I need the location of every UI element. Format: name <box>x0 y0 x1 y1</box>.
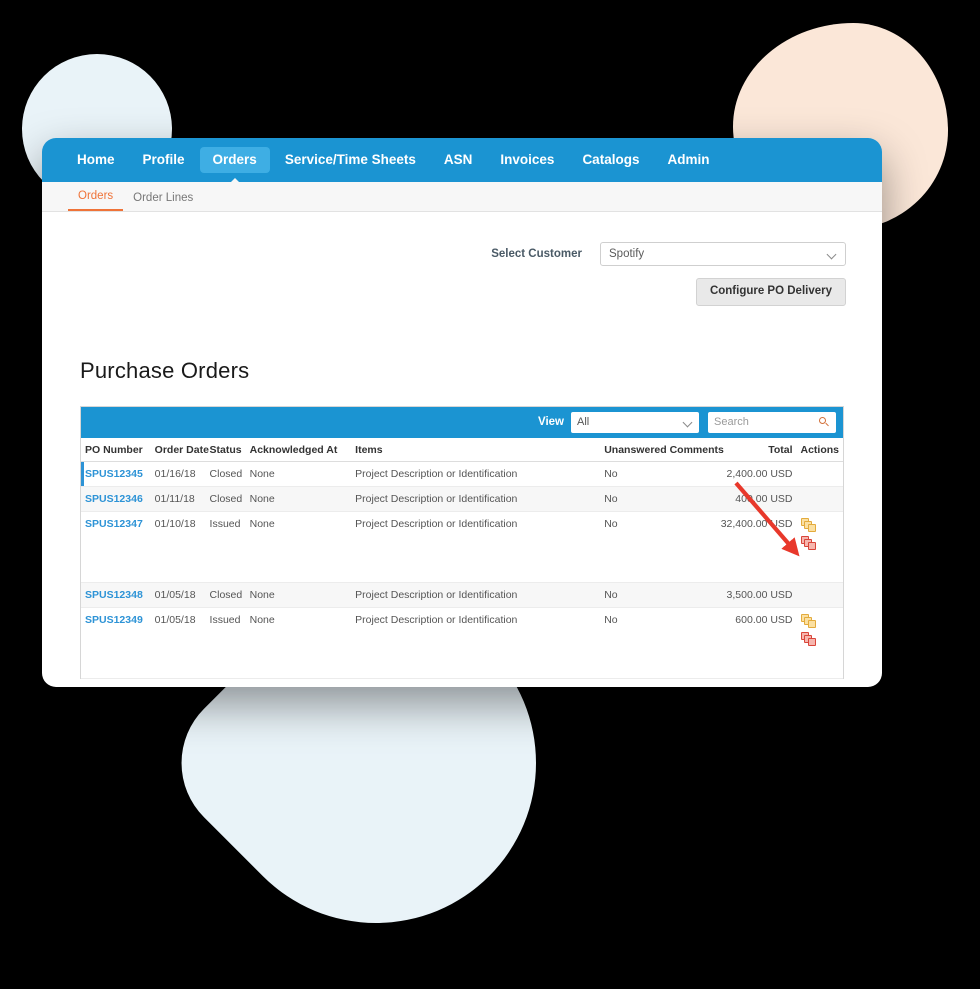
cell-acknowledged-at: None <box>245 486 352 512</box>
subnav-item-orders[interactable]: Orders <box>68 190 124 211</box>
cell-items: Project Description or Identification <box>351 607 601 679</box>
cell-order-date: 01/11/18 <box>150 486 206 512</box>
purchase-orders-table-container: View All Search PO Number Order Date Sta… <box>80 405 844 679</box>
secondary-navigation: Orders Order Lines <box>42 182 882 212</box>
cell-status: Issued <box>205 607 246 679</box>
column-header-acknowledged-at[interactable]: Acknowledged At <box>245 437 352 462</box>
nav-item-catalogs[interactable]: Catalogs <box>569 147 652 174</box>
table-header-row: PO Number Order Date Status Acknowledged… <box>81 437 843 462</box>
column-header-order-date[interactable]: Order Date <box>150 437 209 462</box>
view-filter-value: All <box>577 416 590 428</box>
column-header-po-number[interactable]: PO Number <box>81 437 151 462</box>
customer-selector-area: Select Customer Spotify Configure PO Del… <box>42 212 882 306</box>
page-title: Purchase Orders <box>80 357 250 383</box>
nav-item-invoices[interactable]: Invoices <box>487 147 567 174</box>
nav-item-service-time-sheets[interactable]: Service/Time Sheets <box>272 147 429 174</box>
table-header: PO Number Order Date Status Acknowledged… <box>81 437 843 462</box>
cell-order-date: 01/05/18 <box>150 582 206 608</box>
search-placeholder: Search <box>714 416 749 428</box>
customer-selector-row: Select Customer Spotify <box>491 242 846 266</box>
cell-items: Project Description or Identification <box>351 582 601 608</box>
cell-status: Issued <box>205 511 246 583</box>
cell-total: 3,500.00 USD <box>714 582 797 608</box>
cell-po-number: SPUS12347 <box>81 511 151 583</box>
table-row[interactable]: SPUS12346 01/11/18 Closed None Project D… <box>81 486 843 512</box>
cell-po-number: SPUS12345 <box>81 461 151 487</box>
po-number-link[interactable]: SPUS12345 <box>85 468 143 480</box>
table-row[interactable]: SPUS12345 01/16/18 Closed None Project D… <box>81 461 843 487</box>
cell-total: 2,400.00 USD <box>714 461 797 487</box>
cell-status: Closed <box>205 486 246 512</box>
nav-item-admin[interactable]: Admin <box>654 147 722 174</box>
cell-unanswered-comments: No <box>600 582 715 608</box>
cell-actions <box>796 461 843 487</box>
table-row[interactable]: SPUS12347 01/10/18 Issued None Project D… <box>81 511 843 583</box>
cell-total: 600.00 USD <box>714 607 797 679</box>
cell-status: Closed <box>205 461 246 487</box>
po-number-link[interactable]: SPUS12348 <box>85 589 143 601</box>
cell-actions <box>796 511 843 583</box>
nav-item-orders[interactable]: Orders <box>199 146 270 186</box>
copy-order-icon[interactable] <box>800 517 817 532</box>
cell-actions <box>796 607 843 679</box>
create-invoice-icon[interactable] <box>800 631 817 646</box>
column-header-status[interactable]: Status <box>205 437 246 462</box>
table-row[interactable]: SPUS12348 01/05/18 Closed None Project D… <box>81 582 843 608</box>
table-row[interactable]: SPUS12349 01/05/18 Issued None Project D… <box>81 607 843 679</box>
cell-acknowledged-at: None <box>245 461 352 487</box>
cell-order-date: 01/16/18 <box>150 461 206 487</box>
table-body: SPUS12345 01/16/18 Closed None Project D… <box>81 461 843 679</box>
row-action-icons <box>800 517 823 552</box>
row-action-icons <box>800 613 823 648</box>
cell-total: 400.00 USD <box>714 486 797 512</box>
table-toolbar: View All Search <box>81 406 843 438</box>
nav-item-home[interactable]: Home <box>64 147 128 174</box>
column-header-total[interactable]: Total <box>714 437 797 462</box>
po-number-link[interactable]: SPUS12347 <box>85 518 143 530</box>
cell-unanswered-comments: No <box>600 486 715 512</box>
cell-acknowledged-at: None <box>245 582 352 608</box>
configure-po-delivery-button[interactable]: Configure PO Delivery <box>695 278 846 306</box>
primary-navigation: Home Profile Orders Service/Time Sheets … <box>42 138 882 186</box>
cell-order-date: 01/05/18 <box>150 607 206 679</box>
cell-actions <box>796 486 843 512</box>
select-customer-label: Select Customer <box>491 248 582 260</box>
customer-select-value: Spotify <box>609 248 645 260</box>
customer-select[interactable]: Spotify <box>600 242 846 266</box>
po-number-link[interactable]: SPUS12346 <box>85 493 143 505</box>
column-header-items[interactable]: Items <box>351 437 601 462</box>
chevron-down-icon <box>684 418 693 427</box>
application-window: Home Profile Orders Service/Time Sheets … <box>42 138 882 687</box>
column-header-actions: Actions <box>796 437 843 462</box>
subnav-item-order-lines[interactable]: Order Lines <box>123 192 203 211</box>
search-input[interactable]: Search <box>708 411 836 433</box>
cell-unanswered-comments: No <box>600 511 715 583</box>
search-icon <box>819 416 830 428</box>
po-number-link[interactable]: SPUS12349 <box>85 614 143 626</box>
cell-actions <box>796 582 843 608</box>
cell-po-number: SPUS12349 <box>81 607 151 679</box>
cell-order-date: 01/10/18 <box>150 511 206 583</box>
chevron-down-icon <box>828 250 837 259</box>
nav-item-profile[interactable]: Profile <box>130 147 198 174</box>
cell-po-number: SPUS12348 <box>81 582 151 608</box>
cell-items: Project Description or Identification <box>351 486 601 512</box>
cell-unanswered-comments: No <box>600 461 715 487</box>
view-filter-select[interactable]: All <box>571 411 699 433</box>
purchase-orders-table: PO Number Order Date Status Acknowledged… <box>81 437 843 679</box>
cell-unanswered-comments: No <box>600 607 715 679</box>
cell-acknowledged-at: None <box>245 511 352 583</box>
view-label: View <box>538 416 564 428</box>
create-invoice-icon[interactable] <box>800 535 817 550</box>
cell-po-number: SPUS12346 <box>81 486 151 512</box>
cell-items: Project Description or Identification <box>351 461 601 487</box>
nav-item-asn[interactable]: ASN <box>431 147 486 174</box>
cell-status: Closed <box>205 582 246 608</box>
column-header-unanswered-comments[interactable]: Unanswered Comments <box>600 437 724 462</box>
cell-total: 32,400.00 USD <box>714 511 797 583</box>
copy-order-icon[interactable] <box>800 613 817 628</box>
cell-items: Project Description or Identification <box>351 511 601 583</box>
cell-acknowledged-at: None <box>245 607 352 679</box>
